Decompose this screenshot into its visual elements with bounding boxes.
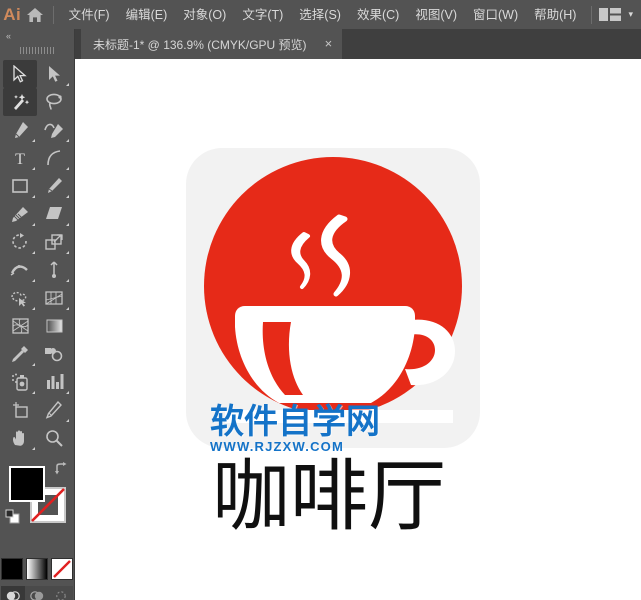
gradient-tool[interactable] [37,312,71,340]
rectangle-tool[interactable] [3,172,37,200]
menu-view[interactable]: 视图(V) [407,3,465,27]
tool-options-corner-icon [32,139,35,142]
draw-normal-button[interactable] [1,586,25,600]
type-tool[interactable]: T [3,144,37,172]
chevron-down-icon[interactable]: ▾ [628,9,633,20]
shape-builder-tool[interactable] [3,284,37,312]
document-tab[interactable]: 未标题-1* @ 136.9% (CMYK/GPU 预览) × [81,29,343,59]
document-tab-bar: 未标题-1* @ 136.9% (CMYK/GPU 预览) × [75,29,641,59]
zoom-tool[interactable] [37,424,71,452]
color-fill-button[interactable] [1,558,23,580]
color-controls [0,460,74,556]
column-graph-tool[interactable] [37,368,71,396]
panel-drag-handle[interactable] [0,43,74,57]
fill-swatch[interactable] [9,466,45,502]
tool-options-corner-icon [66,419,69,422]
pen-tool[interactable] [3,116,37,144]
tools-panel: « T [0,29,75,600]
magic-wand-tool[interactable] [3,88,37,116]
blend-tool[interactable] [37,340,71,368]
eyedropper-tool[interactable] [3,340,37,368]
tool-options-corner-icon [66,167,69,170]
rotate-tool[interactable] [3,228,37,256]
menubar-right-group: ▾ [584,5,641,24]
cup-body [235,306,415,403]
tool-options-corner-icon [32,167,35,170]
tool-options-corner-icon [66,139,69,142]
swap-fill-stroke-icon[interactable] [54,462,68,481]
workspace-divider [591,5,593,24]
menu-help[interactable]: 帮助(H) [526,3,584,27]
none-fill-button[interactable] [51,558,73,580]
fill-mode-row [0,558,74,580]
line-segment-tool[interactable] [37,144,71,172]
scale-tool[interactable] [37,228,71,256]
lasso-tool[interactable] [37,88,71,116]
tool-grid: T [0,60,74,452]
draw-inside-button[interactable] [49,586,73,600]
width-tool[interactable] [3,256,37,284]
perspective-grid-tool[interactable] [37,284,71,312]
tool-options-corner-icon [66,391,69,394]
menu-item-list: 文件(F) 编辑(E) 对象(O) 文字(T) 选择(S) 效果(C) 视图(V… [61,3,585,27]
curvature-tool[interactable] [37,116,71,144]
menu-effect[interactable]: 效果(C) [349,3,407,27]
menu-object[interactable]: 对象(O) [175,3,234,27]
watermark: 软件自学网 WWW.RJZXW.COM [210,405,390,454]
menu-type[interactable]: 文字(T) [234,3,291,27]
workspace-layout-icon[interactable] [599,7,622,22]
eraser-tool[interactable] [37,200,71,228]
tool-options-corner-icon [66,195,69,198]
tool-options-corner-icon [66,223,69,226]
draw-behind-button[interactable] [25,586,49,600]
artwork-heading-text[interactable]: 咖啡厅 [212,457,446,537]
free-transform-tool[interactable] [37,256,71,284]
gradient-fill-button[interactable] [26,558,48,580]
slice-tool[interactable] [37,396,71,424]
canvas-area[interactable]: 软件自学网 WWW.RJZXW.COM 咖啡厅 [75,59,641,600]
tool-options-corner-icon [32,279,35,282]
tool-options-corner-icon [32,195,35,198]
tool-options-corner-icon [66,251,69,254]
mesh-tool[interactable] [3,312,37,340]
tool-options-corner-icon [32,223,35,226]
illustrator-window: Ai 文件(F) 编辑(E) 对象(O) 文字(T) 选择(S) 效果(C) 视… [0,0,641,600]
shaper-tool[interactable] [3,200,37,228]
tool-options-corner-icon [32,391,35,394]
tool-options-corner-icon [32,447,35,450]
menu-select[interactable]: 选择(S) [291,3,349,27]
tool-options-corner-icon [32,307,35,310]
close-icon[interactable]: × [321,37,337,51]
watermark-chinese: 软件自学网 [210,403,380,441]
tool-options-corner-icon [66,83,69,86]
default-fill-stroke-icon[interactable] [5,509,21,530]
menu-file[interactable]: 文件(F) [61,3,118,27]
collapse-panel-button[interactable]: « [0,29,74,43]
home-icon[interactable] [24,7,46,23]
svg-text:T: T [15,151,25,167]
selection-tool[interactable] [3,60,37,88]
tool-options-corner-icon [32,363,35,366]
artboard-tool[interactable] [3,396,37,424]
menu-divider [52,5,54,24]
grip-bars-icon [20,46,54,54]
tool-options-corner-icon [66,279,69,282]
direct-selection-tool[interactable] [37,60,71,88]
draw-mode-row [0,586,74,600]
paintbrush-tool[interactable] [37,172,71,200]
menu-window[interactable]: 窗口(W) [465,3,526,27]
menu-bar: Ai 文件(F) 编辑(E) 对象(O) 文字(T) 选择(S) 效果(C) 视… [0,0,641,29]
symbol-sprayer-tool[interactable] [3,368,37,396]
tool-options-corner-icon [66,307,69,310]
tool-options-corner-icon [32,251,35,254]
hand-tool[interactable] [3,424,37,452]
app-logo: Ai [3,5,22,24]
menu-edit[interactable]: 编辑(E) [118,3,176,27]
document-tab-label: 未标题-1* @ 136.9% (CMYK/GPU 预览) [93,37,307,52]
